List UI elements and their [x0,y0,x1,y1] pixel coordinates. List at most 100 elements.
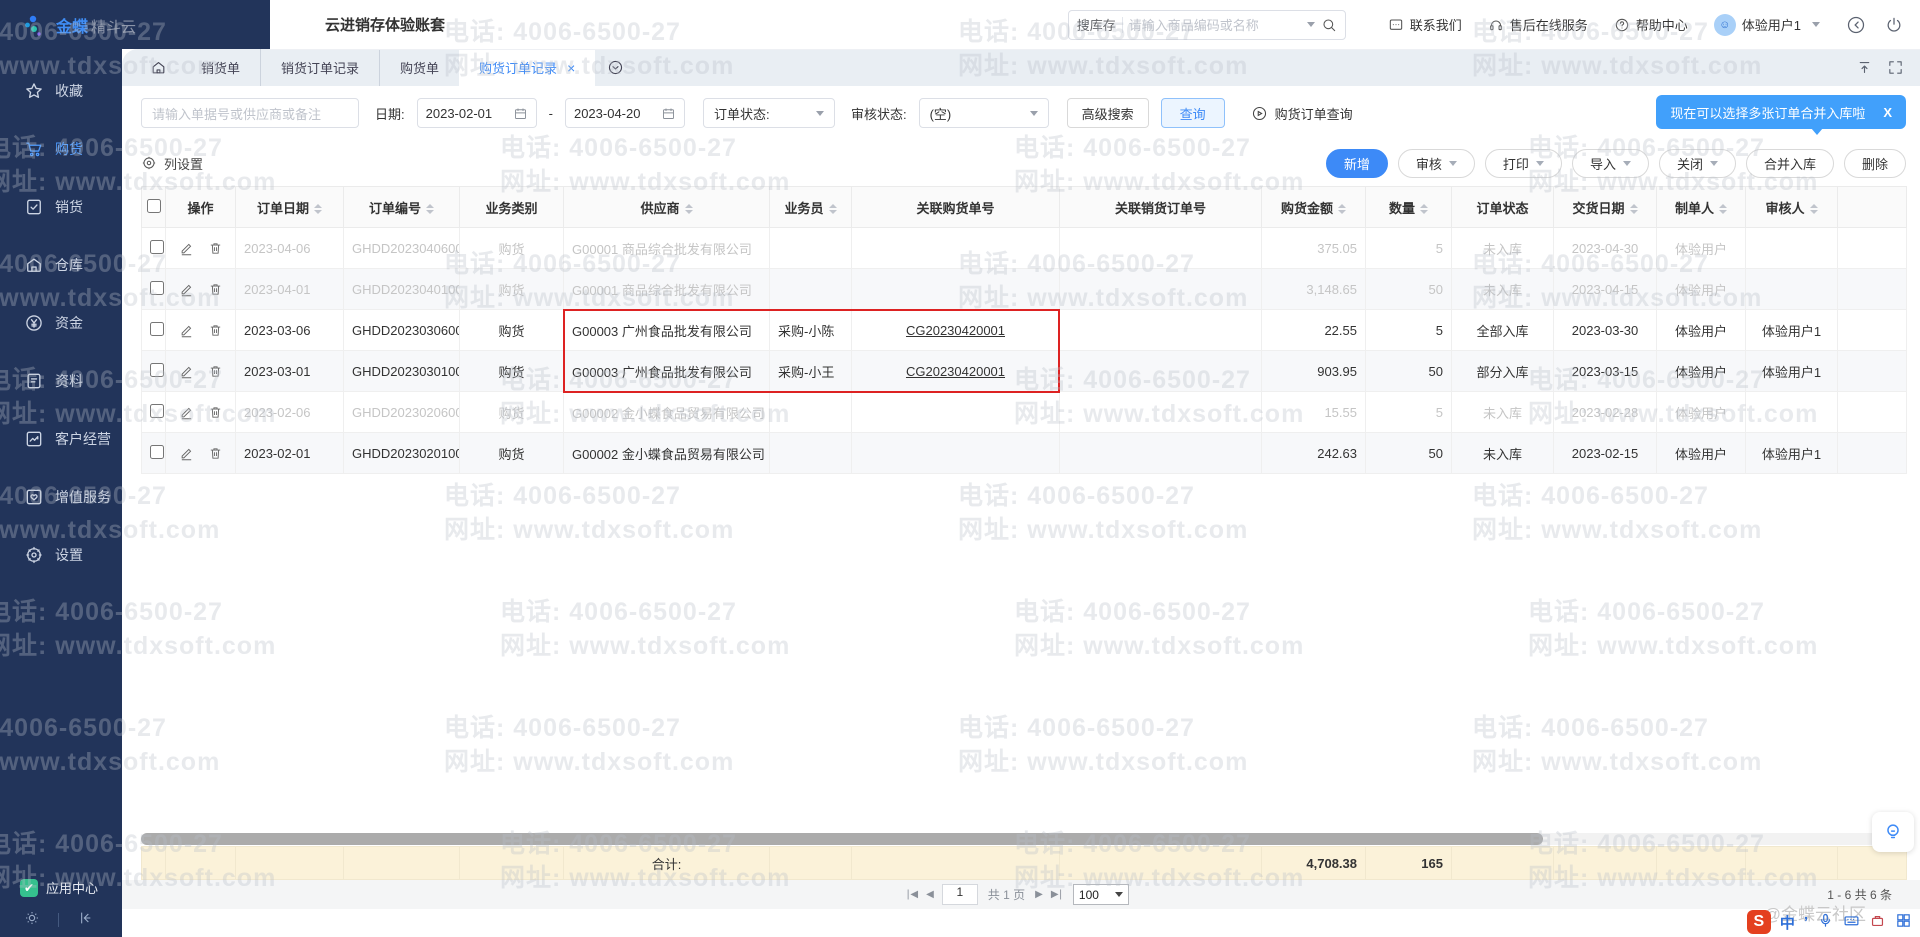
collapse-up-icon[interactable] [1856,59,1873,76]
advanced-search-button[interactable]: 高级搜索 [1067,98,1149,128]
tab-3[interactable]: 购货订单记录× [459,49,595,86]
page-number-input[interactable]: 1 [942,884,978,905]
horizontal-scrollbar[interactable] [141,833,1906,845]
date-to-input[interactable]: 2023-04-20 [565,98,685,128]
select-all-checkbox[interactable] [147,199,161,213]
grid-menu-icon[interactable] [1895,912,1912,932]
search-icon[interactable] [1321,17,1337,33]
toolbar-button-5[interactable]: 合并入库 [1746,149,1834,178]
help-center-link[interactable]: 帮助中心 [1614,15,1688,34]
scrollbar-thumb[interactable] [141,833,1543,845]
column-header-qty[interactable]: 数量 [1366,187,1452,228]
query-button[interactable]: 查询 [1161,98,1225,128]
chevron-down-icon[interactable] [1307,22,1315,27]
row-checkbox[interactable] [150,363,164,377]
sort-icon[interactable] [314,204,322,214]
trash-icon[interactable] [208,446,223,461]
after-sales-link[interactable]: 售后在线服务 [1488,15,1588,34]
user-menu[interactable]: ☺ 体验用户1 [1714,14,1820,36]
home-tab[interactable] [136,59,181,76]
audit-status-select[interactable]: (空) [919,98,1049,128]
trash-icon[interactable] [208,282,223,297]
back-icon[interactable] [1846,15,1866,35]
last-page-button[interactable]: ▶❘ [1051,889,1063,900]
tab-1[interactable]: 销货订单记录 [260,49,379,86]
keyboard-icon[interactable] [1843,912,1860,932]
first-page-button[interactable]: ❘◀ [904,889,916,900]
column-header-supplier[interactable]: 供应商 [564,187,770,228]
date-from-input[interactable]: 2023-02-01 [417,98,537,128]
fullscreen-icon[interactable] [1887,59,1904,76]
edit-icon[interactable] [179,282,194,297]
toolbox-icon[interactable] [1869,912,1886,932]
toolbar-button-4[interactable]: 关闭 [1659,149,1736,178]
sidebar-item-star[interactable]: 收藏 [0,62,122,120]
sort-icon[interactable] [426,204,434,214]
collapse-sidebar-icon[interactable] [77,910,93,929]
edit-icon[interactable] [179,323,194,338]
page-size-select[interactable]: 100 [1073,884,1129,905]
sidebar-item-cart[interactable]: 购货 [0,120,122,178]
row-checkbox[interactable] [150,240,164,254]
column-header-amount[interactable]: 购货金额 [1262,187,1366,228]
sidebar-item-sales[interactable]: 销货 [0,178,122,236]
row-checkbox[interactable] [150,445,164,459]
ime-language-toggle[interactable]: 中 [1780,912,1795,933]
toast-close-button[interactable]: X [1883,105,1892,120]
toolbar-button-1[interactable]: 审核 [1398,149,1475,178]
tab-0[interactable]: 销货单 [181,49,260,86]
contact-us-link[interactable]: 联系我们 [1388,15,1462,34]
power-icon[interactable] [1884,15,1904,35]
edit-icon[interactable] [179,241,194,256]
theme-toggle-icon[interactable] [24,910,40,929]
sort-icon[interactable] [1630,204,1638,214]
toolbar-button-0[interactable]: 新增 [1326,149,1388,178]
tab-close-icon[interactable]: × [567,60,575,76]
trash-icon[interactable] [208,364,223,379]
sidebar-item-settings[interactable]: 设置 [0,526,122,584]
trash-icon[interactable] [208,405,223,420]
toolbar-button-2[interactable]: 打印 [1485,149,1562,178]
sidebar-item-docs[interactable]: 资料 [0,352,122,410]
sort-icon[interactable] [685,204,693,214]
column-settings-button[interactable]: 列设置 [141,154,203,173]
trash-icon[interactable] [208,241,223,256]
toolbar-button-6[interactable]: 删除 [1844,149,1906,178]
sidebar-item-vas[interactable]: 增值服务 [0,468,122,526]
recent-tabs-icon[interactable] [607,59,624,76]
edit-icon[interactable] [179,405,194,420]
trash-icon[interactable] [208,323,223,338]
row-checkbox[interactable] [150,404,164,418]
row-checkbox[interactable] [150,322,164,336]
order-query-guide[interactable]: 购货订单查询 [1251,104,1353,123]
sidebar-item-warehouse[interactable]: 仓库 [0,236,122,294]
keyword-input[interactable]: 请输入单据号或供应商或备注 [141,98,359,128]
related-po-link[interactable]: CG20230420001 [906,364,1005,379]
app-center[interactable]: ✔ 应用中心 [0,878,122,897]
column-header-salesman[interactable]: 业务员 [770,187,852,228]
column-header-no[interactable]: 订单编号 [344,187,460,228]
row-checkbox[interactable] [150,281,164,295]
edit-icon[interactable] [179,364,194,379]
search-category[interactable]: 搜库存 [1077,15,1116,34]
column-header-maker[interactable]: 制单人 [1657,187,1746,228]
sort-icon[interactable] [1810,204,1818,214]
next-page-button[interactable]: ▶ [1035,889,1041,900]
sidebar-item-money[interactable]: 资金 [0,294,122,352]
sort-icon[interactable] [1338,204,1346,214]
order-status-select[interactable]: 订单状态: [703,98,835,128]
prev-page-button[interactable]: ◀ [926,889,932,900]
toolbar-button-3[interactable]: 导入 [1572,149,1649,178]
edit-icon[interactable] [179,446,194,461]
feedback-widget[interactable] [1872,812,1914,852]
sort-icon[interactable] [829,204,837,214]
column-header-auditor[interactable]: 审核人 [1746,187,1838,228]
global-search[interactable]: 搜库存 请输入商品编码或名称 [1068,10,1346,40]
tab-2[interactable]: 购货单 [379,49,459,86]
column-header-delivery[interactable]: 交货日期 [1554,187,1657,228]
related-po-link[interactable]: CG20230420001 [906,323,1005,338]
sogou-logo-icon[interactable]: S [1747,910,1771,934]
column-header-date[interactable]: 订单日期 [236,187,344,228]
microphone-icon[interactable] [1817,912,1834,932]
sort-icon[interactable] [1719,204,1727,214]
